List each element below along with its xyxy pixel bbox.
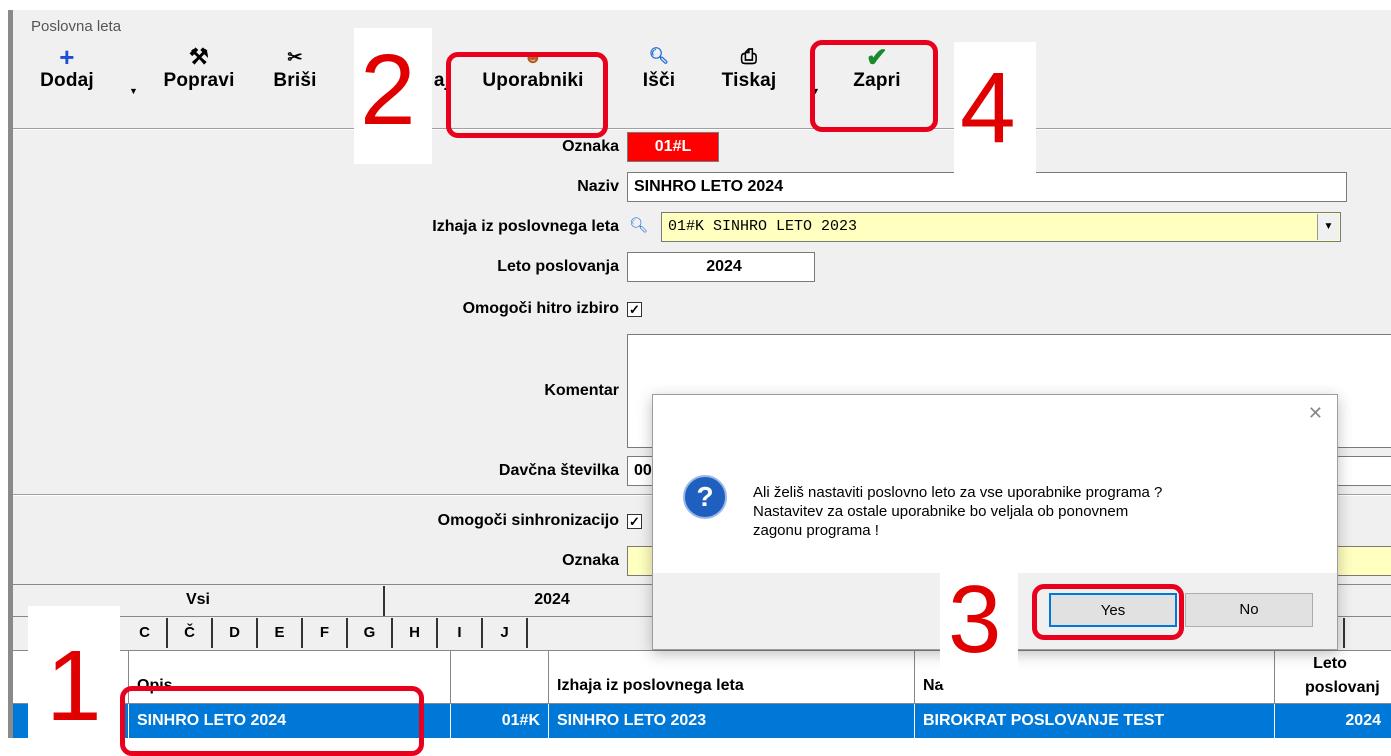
tab-letter-e[interactable]: E — [258, 618, 303, 648]
plus-icon: + — [59, 42, 75, 72]
sync-label: Omogoči sinhronizacijo — [437, 512, 619, 529]
source-year-select[interactable]: 01#K SINHRO LETO 2023 — [661, 212, 1341, 242]
comment-label: Komentar — [544, 382, 619, 399]
dialog-message: Ali želiš nastaviti poslovno leto za vse… — [753, 484, 1163, 539]
tab-letter-f[interactable]: F — [303, 618, 348, 648]
tab-letter-i[interactable]: I — [438, 618, 483, 648]
sync-checkbox[interactable]: ✓ — [627, 514, 642, 529]
annotation-frame-users — [446, 52, 608, 138]
annotation-number-3: 3 — [948, 566, 1002, 673]
window-title: Poslovna leta — [31, 18, 122, 35]
row-year: 2024 — [1345, 712, 1381, 729]
sync-code-label: Oznaka — [562, 552, 619, 569]
search-button[interactable]: 🔍︎ Išči — [633, 44, 685, 92]
row-code: 01#K — [451, 704, 549, 738]
search-icon[interactable]: 🔍︎ — [629, 216, 648, 234]
tab-letter-c[interactable]: C — [123, 618, 168, 648]
tab-letter-g[interactable]: G — [348, 618, 393, 648]
tab-letter-c-caron[interactable]: Č — [168, 618, 213, 648]
toolbar-divider — [13, 128, 1391, 130]
scissors-icon: ✂ — [287, 47, 303, 67]
col-header-code[interactable] — [451, 651, 549, 703]
col-header-year[interactable]: Leto poslovanj — [1275, 651, 1391, 703]
quick-select-checkbox[interactable]: ✓ — [627, 302, 642, 317]
row-source-year: SINHRO LETO 2023 — [549, 704, 915, 738]
annotation-number-4: 4 — [960, 52, 1016, 164]
annotation-frame-yes — [1032, 584, 1184, 640]
add-button[interactable]: + Dodaj — [35, 44, 99, 92]
chevron-down-icon[interactable]: ▼ — [1317, 214, 1339, 240]
code-field[interactable]: 01#L — [627, 132, 719, 162]
add-dropdown-arrow-icon[interactable]: ▼ — [129, 86, 138, 96]
tab-letter-h[interactable]: H — [393, 618, 438, 648]
annotation-frame-row — [120, 686, 424, 756]
annotation-number-2: 2 — [360, 34, 416, 146]
annotation-number-1: 1 — [46, 630, 102, 742]
business-year-field[interactable]: 2024 — [627, 252, 815, 282]
hammer-icon: ⚒ — [189, 44, 209, 69]
col-header-source-year[interactable]: Izhaja iz poslovnega leta — [557, 677, 744, 695]
question-icon: ? — [683, 475, 727, 519]
search-icon: 🔍︎ — [648, 48, 670, 65]
name-label: Naziv — [577, 178, 619, 195]
delete-button[interactable]: ✂ Briši — [265, 44, 325, 92]
annotation-frame-close — [810, 40, 938, 132]
no-button[interactable]: No — [1185, 593, 1313, 627]
tab-letter-d[interactable]: D — [213, 618, 258, 648]
tab-letter-j[interactable]: J — [483, 618, 528, 648]
business-year-label: Leto poslovanja — [497, 258, 619, 275]
edit-button[interactable]: ⚒ Popravi — [151, 44, 247, 92]
print-button[interactable]: ⎙ Tiskaj — [717, 44, 781, 92]
tax-number-label: Davčna številka — [498, 462, 619, 479]
printer-icon: ⎙ — [740, 46, 758, 68]
quick-select-label: Omogoči hitro izbiro — [462, 300, 619, 317]
letter-tabs: C Č D E F G H I J — [123, 618, 528, 648]
name-field[interactable]: SINHRO LETO 2024 — [627, 172, 1347, 202]
row-name: BIROKRAT POSLOVANJE TEST — [915, 704, 1275, 738]
close-icon[interactable]: ✕ — [1308, 403, 1323, 424]
source-year-label: Izhaja iz poslovnega leta — [432, 218, 619, 235]
